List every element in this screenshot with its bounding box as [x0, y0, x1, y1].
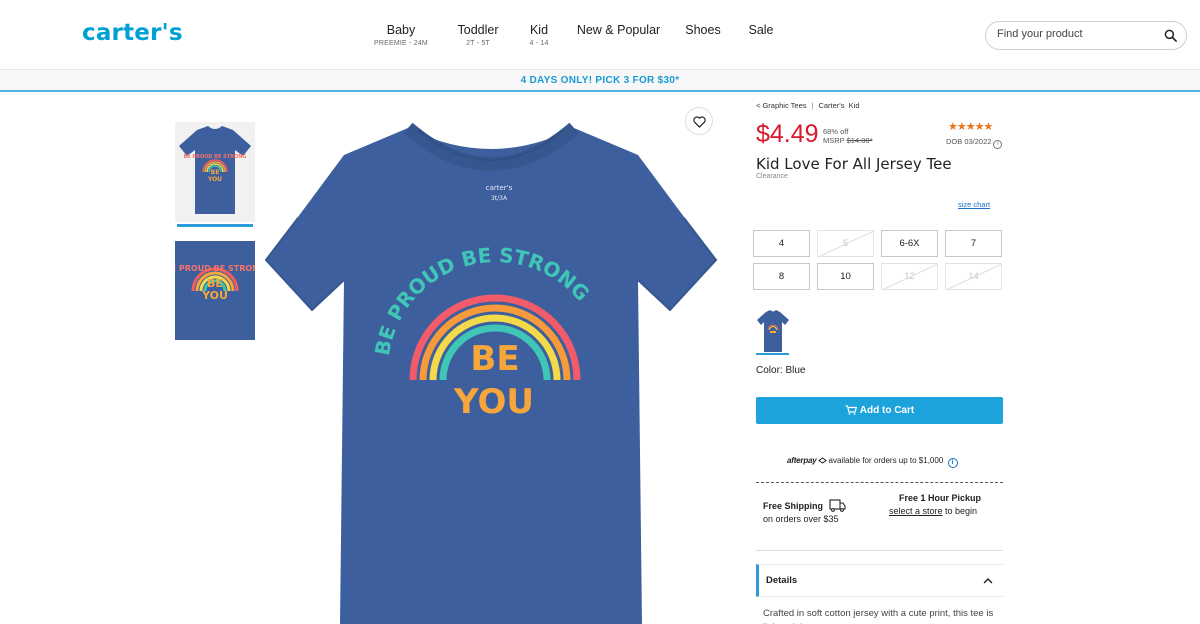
svg-text:BE: BE	[211, 169, 220, 176]
discount-percent: 68% off	[823, 127, 849, 136]
print-be-text: BE	[470, 339, 519, 379]
nav-baby[interactable]: Baby PREEMIE - 24M	[371, 23, 431, 47]
add-to-cart-button[interactable]: Add to Cart	[756, 397, 1003, 424]
pickup-rest-text: to begin	[942, 506, 978, 516]
search-input[interactable]	[997, 28, 1157, 40]
select-store-link[interactable]: select a store	[889, 506, 943, 516]
afterpay-logo: afterpay	[787, 456, 817, 465]
tshirt-thumbnail-image: BE PROUD BE STRONG BE YOU	[179, 126, 251, 214]
nav-label: Shoes	[685, 23, 721, 37]
print-closeup-image: BE PROUD BE STRONG BE YOU	[165, 264, 266, 302]
size-chart-link[interactable]: size chart	[958, 200, 990, 209]
svg-text:BE PROUD BE STRONG: BE PROUD BE STRONG	[183, 154, 246, 160]
nav-label: Sale	[748, 23, 774, 37]
afterpay-text: available for orders up to $1,000	[828, 456, 944, 465]
shipping-box-icon	[829, 499, 846, 512]
search-icon[interactable]	[1164, 29, 1177, 42]
main-product-image[interactable]: carter's 3t/3A BE PROUD BE STRONG BE YOU	[258, 100, 724, 624]
size-option-8[interactable]: 8	[753, 263, 810, 290]
svg-text:BE PROUD BE STRONG: BE PROUD BE STRONG	[175, 264, 255, 273]
free-shipping-title: Free Shipping	[763, 501, 824, 511]
nav-sublabel: PREEMIE - 24M	[374, 40, 428, 47]
cart-icon	[845, 405, 857, 415]
details-accordion[interactable]: Details	[756, 564, 1003, 597]
heart-icon	[693, 116, 706, 128]
svg-text:YOU: YOU	[207, 176, 222, 183]
color-label: Color: Blue	[756, 365, 806, 376]
tshirt-image: carter's 3t/3A BE PROUD BE STRONG BE YOU	[264, 122, 718, 624]
nav-sublabel: 4 - 14	[529, 40, 549, 47]
date-of-birth: DOB 03/2022 i	[946, 137, 1003, 149]
nav-sublabel: 2T - 5T	[466, 40, 490, 47]
breadcrumb: < Graphic Tees | Carter's Kid	[756, 101, 860, 110]
size-option-4[interactable]: 4	[753, 230, 810, 257]
details-label: Details	[766, 575, 798, 586]
nav-shoes[interactable]: Shoes	[683, 23, 723, 37]
nav-new-popular[interactable]: New & Popular	[576, 23, 661, 37]
promo-banner[interactable]: 4 DAYS ONLY! PICK 3 FOR $30*	[0, 70, 1200, 92]
afterpay-promo: afterpay available for orders up to $1,00…	[787, 456, 958, 468]
nav-label: Toddler	[457, 23, 499, 37]
nav-sale[interactable]: Sale	[746, 23, 776, 37]
selected-swatch-indicator	[756, 353, 789, 355]
nav-toddler[interactable]: Toddler 2T - 5T	[453, 23, 503, 47]
svg-text:YOU: YOU	[201, 289, 228, 302]
product-title: Kid Love For All Jersey Tee	[756, 155, 952, 173]
pickup-subtext: select a store to begin	[889, 506, 977, 516]
size-option-7[interactable]: 7	[945, 230, 1002, 257]
size-option-12-unavailable[interactable]: 12	[881, 263, 938, 290]
afterpay-info-icon[interactable]: i	[947, 458, 958, 468]
size-option-6-6x[interactable]: 6-6X	[881, 230, 938, 257]
tag-size-text: 3t/3A	[491, 195, 508, 202]
clearance-label: Clearance	[756, 173, 788, 180]
favorite-button[interactable]	[685, 107, 713, 135]
divider	[756, 482, 1003, 483]
site-header: carter's Baby PREEMIE - 24M Toddler 2T -…	[0, 0, 1200, 70]
dob-text: DOB 03/2022	[946, 137, 992, 146]
msrp: MSRP $14.00*	[823, 136, 873, 145]
search-box	[985, 21, 1187, 50]
nav-label: Baby	[386, 23, 416, 37]
free-shipping-subtext: on orders over $35	[763, 514, 839, 524]
breadcrumb-kid[interactable]: Kid	[849, 101, 860, 110]
breadcrumb-graphic-tees[interactable]: < Graphic Tees	[756, 101, 807, 110]
swatch-image	[757, 310, 789, 352]
color-swatch-blue[interactable]	[756, 308, 790, 354]
promo-text: 4 DAYS ONLY! PICK 3 FOR $30*	[520, 75, 680, 86]
rating-stars[interactable]: ★★★★★	[948, 120, 993, 133]
info-icon[interactable]: i	[993, 140, 1003, 149]
msrp-value: $14.00*	[846, 136, 873, 145]
print-you-text: YOU	[453, 382, 534, 422]
thumbnail-front[interactable]: BE PROUD BE STRONG BE YOU	[175, 122, 255, 222]
size-option-5-unavailable[interactable]: 5	[817, 230, 874, 257]
nav-label: New & Popular	[576, 23, 661, 37]
add-to-cart-label: Add to Cart	[859, 405, 915, 416]
divider	[756, 550, 1003, 551]
size-option-10[interactable]: 10	[817, 263, 874, 290]
thumbnail-print-closeup[interactable]: BE PROUD BE STRONG BE YOU	[165, 241, 266, 340]
tag-brand-text: carter's	[486, 184, 513, 192]
breadcrumb-carters[interactable]: Carter's	[818, 101, 844, 110]
sale-price: $4.49	[756, 120, 819, 148]
active-thumbnail-indicator	[177, 224, 253, 227]
product-description: Crafted in soft cotton jersey with a cut…	[763, 608, 994, 624]
chevron-up-icon	[983, 578, 993, 584]
nav-label: Kid	[529, 23, 549, 37]
size-option-14-unavailable[interactable]: 14	[945, 263, 1002, 290]
msrp-label: MSRP	[823, 136, 845, 145]
nav-kid[interactable]: Kid 4 - 14	[524, 23, 554, 47]
afterpay-arrows-icon	[817, 457, 827, 464]
pickup-title: Free 1 Hour Pickup	[899, 493, 982, 503]
